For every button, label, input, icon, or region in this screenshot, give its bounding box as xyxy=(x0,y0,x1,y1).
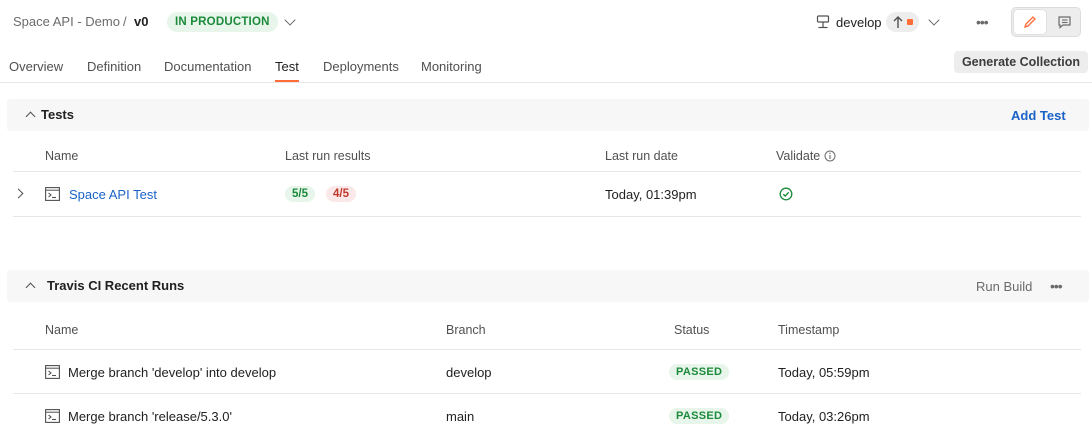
tab-deployments[interactable]: Deployments xyxy=(323,59,399,74)
row-divider xyxy=(13,216,1081,217)
sync-status-button[interactable] xyxy=(886,12,919,32)
branch-name: develop xyxy=(836,14,882,30)
active-tab-indicator xyxy=(275,80,299,82)
more-options-icon[interactable]: ••• xyxy=(1050,279,1063,293)
terminal-icon xyxy=(45,365,60,379)
status-badge: IN PRODUCTION xyxy=(167,12,278,32)
unsynced-dot-icon xyxy=(907,19,913,25)
row-divider xyxy=(13,171,1081,172)
travis-section-title: Travis CI Recent Runs xyxy=(47,278,185,293)
info-icon[interactable] xyxy=(824,150,836,162)
collapse-chevron-icon[interactable] xyxy=(25,111,36,122)
version-label[interactable]: v0 xyxy=(134,14,148,29)
add-test-button[interactable]: Add Test xyxy=(1011,108,1066,123)
tab-overview[interactable]: Overview xyxy=(9,59,63,74)
expand-row-chevron-icon[interactable] xyxy=(13,188,24,199)
run-name: Merge branch 'release/5.3.0' xyxy=(68,409,232,424)
breadcrumb-api-name[interactable]: Space API - Demo xyxy=(13,14,120,29)
tests-section-title: Tests xyxy=(41,107,74,122)
comments-mode-button[interactable] xyxy=(1048,10,1080,34)
validated-check-icon xyxy=(779,187,793,201)
run-timestamp: Today, 03:26pm xyxy=(778,409,870,424)
row-divider xyxy=(13,393,1081,394)
status-badge: PASSED xyxy=(669,408,730,424)
column-header-name: Name xyxy=(45,149,79,163)
edit-mode-button[interactable] xyxy=(1014,10,1046,34)
branch-dropdown-chevron-icon[interactable] xyxy=(928,14,940,26)
tab-documentation[interactable]: Documentation xyxy=(164,59,251,74)
last-run-date: Today, 01:39pm xyxy=(605,187,697,202)
run-build-button[interactable]: Run Build xyxy=(976,279,1032,294)
run-branch: main xyxy=(446,409,475,424)
status-badge: PASSED xyxy=(669,364,730,380)
column-header-name: Name xyxy=(45,323,79,337)
column-header-last-run-results: Last run results xyxy=(285,149,371,163)
terminal-icon xyxy=(45,187,60,201)
tab-test[interactable]: Test xyxy=(275,59,299,74)
column-header-status: Status xyxy=(674,323,710,337)
tab-definition[interactable]: Definition xyxy=(87,59,141,74)
collapse-chevron-icon[interactable] xyxy=(25,282,36,293)
failed-count-badge: 4/5 xyxy=(326,186,356,202)
test-name-link[interactable]: Space API Test xyxy=(69,187,157,202)
row-divider xyxy=(13,349,1081,350)
more-options-icon[interactable]: ••• xyxy=(976,15,989,29)
validate-label: Validate xyxy=(776,149,821,163)
tab-monitoring[interactable]: Monitoring xyxy=(421,59,482,74)
arrow-up-icon xyxy=(893,16,903,28)
api-tabs: Overview Definition Documentation Test D… xyxy=(0,50,1092,83)
travis-section-header: Travis CI Recent Runs Run Build ••• xyxy=(7,270,1089,302)
column-header-timestamp: Timestamp xyxy=(778,323,840,337)
api-header: Space API - Demo / v0 IN PRODUCTION deve… xyxy=(0,0,1092,44)
branch-icon xyxy=(816,15,830,29)
column-header-branch: Branch xyxy=(446,323,486,337)
breadcrumb-separator: / xyxy=(123,14,127,29)
terminal-icon xyxy=(45,409,60,423)
column-header-validate: Validate xyxy=(776,149,836,163)
generate-collection-button[interactable]: Generate Collection xyxy=(954,51,1088,73)
version-dropdown-chevron-icon[interactable] xyxy=(284,14,296,26)
passed-count-badge: 5/5 xyxy=(285,186,315,202)
run-branch: develop xyxy=(446,365,492,380)
pencil-icon xyxy=(1023,16,1036,29)
view-mode-toggle xyxy=(1011,7,1081,37)
run-timestamp: Today, 05:59pm xyxy=(778,365,870,380)
branch-selector[interactable]: develop xyxy=(816,12,882,32)
run-name: Merge branch 'develop' into develop xyxy=(68,365,277,380)
column-header-last-run-date: Last run date xyxy=(605,149,678,163)
comment-icon xyxy=(1057,16,1071,29)
tests-section-header: Tests Add Test xyxy=(7,99,1089,131)
